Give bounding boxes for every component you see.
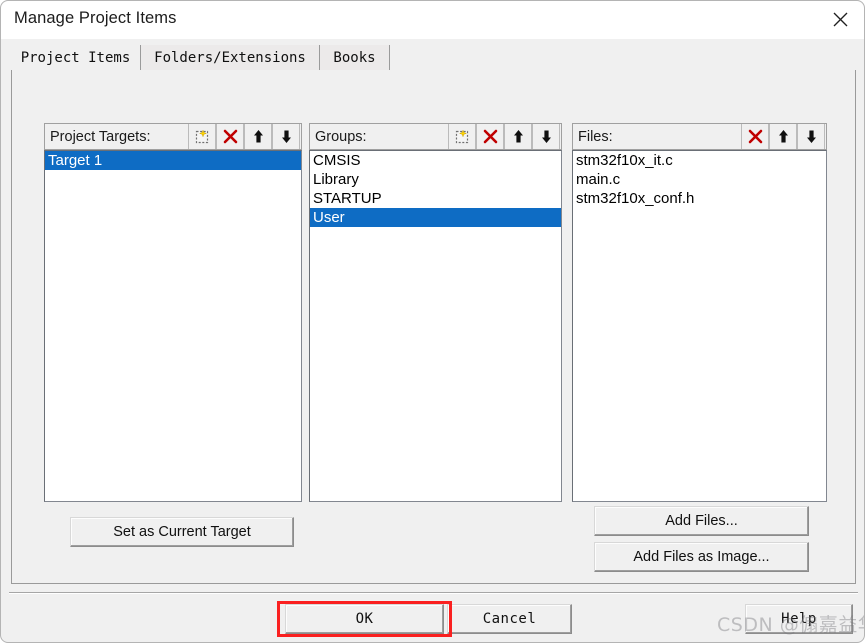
project-targets-header: Project Targets:	[44, 123, 302, 150]
move-up-icon[interactable]	[244, 124, 272, 149]
move-down-icon[interactable]	[272, 124, 300, 149]
tab-label: Folders/Extensions	[154, 49, 306, 66]
tab-label: Project Items	[20, 50, 131, 66]
list-item[interactable]: stm32f10x_it.c	[573, 151, 826, 170]
groups-toolbar	[448, 124, 560, 149]
groups-list[interactable]: CMSIS Library STARTUP User	[309, 150, 562, 502]
list-item[interactable]: Library	[310, 170, 561, 189]
files-header: Files:	[572, 123, 827, 150]
delete-icon[interactable]	[476, 124, 504, 149]
window-title: Manage Project Items	[14, 9, 177, 27]
project-targets-label: Project Targets:	[50, 128, 151, 145]
list-item[interactable]: STARTUP	[310, 189, 561, 208]
groups-label: Groups:	[315, 128, 367, 145]
new-item-icon[interactable]	[188, 124, 216, 149]
new-item-icon[interactable]	[448, 124, 476, 149]
manage-project-items-dialog: Manage Project Items Project Items Folde…	[0, 0, 865, 643]
add-files-as-image-button[interactable]: Add Files as Image...	[594, 542, 809, 572]
tab-project-items[interactable]: Project Items	[11, 45, 141, 71]
files-toolbar	[741, 124, 825, 149]
tab-books[interactable]: Books	[320, 45, 390, 71]
list-item[interactable]: stm32f10x_conf.h	[573, 189, 826, 208]
list-item[interactable]: CMSIS	[310, 151, 561, 170]
project-targets-toolbar	[188, 124, 300, 149]
groups-header: Groups:	[309, 123, 562, 150]
tab-strip-filler	[390, 45, 856, 71]
title-bar: Manage Project Items	[1, 1, 864, 39]
cancel-button[interactable]: Cancel	[447, 604, 572, 634]
set-as-current-target-button[interactable]: Set as Current Target	[70, 517, 294, 547]
project-items-panel: Project Targets: Target 1 Groups: CMSIS …	[11, 70, 856, 584]
list-item[interactable]: main.c	[573, 170, 826, 189]
move-up-icon[interactable]	[769, 124, 797, 149]
files-list[interactable]: stm32f10x_it.c main.c stm32f10x_conf.h	[572, 150, 827, 502]
move-up-icon[interactable]	[504, 124, 532, 149]
tab-strip: Project Items Folders/Extensions Books	[11, 45, 856, 71]
tab-label: Books	[333, 49, 376, 66]
move-down-icon[interactable]	[797, 124, 825, 149]
ok-button[interactable]: OK	[285, 604, 444, 634]
close-icon[interactable]	[817, 1, 864, 38]
add-files-button[interactable]: Add Files...	[594, 506, 809, 536]
move-down-icon[interactable]	[532, 124, 560, 149]
delete-icon[interactable]	[741, 124, 769, 149]
project-targets-list[interactable]: Target 1	[44, 150, 302, 502]
delete-icon[interactable]	[216, 124, 244, 149]
files-label: Files:	[578, 128, 613, 145]
help-button[interactable]: Help	[745, 604, 853, 634]
tab-folders-extensions[interactable]: Folders/Extensions	[141, 45, 320, 71]
footer-separator	[9, 592, 858, 594]
list-item[interactable]: Target 1	[45, 151, 301, 170]
list-item[interactable]: User	[310, 208, 561, 227]
